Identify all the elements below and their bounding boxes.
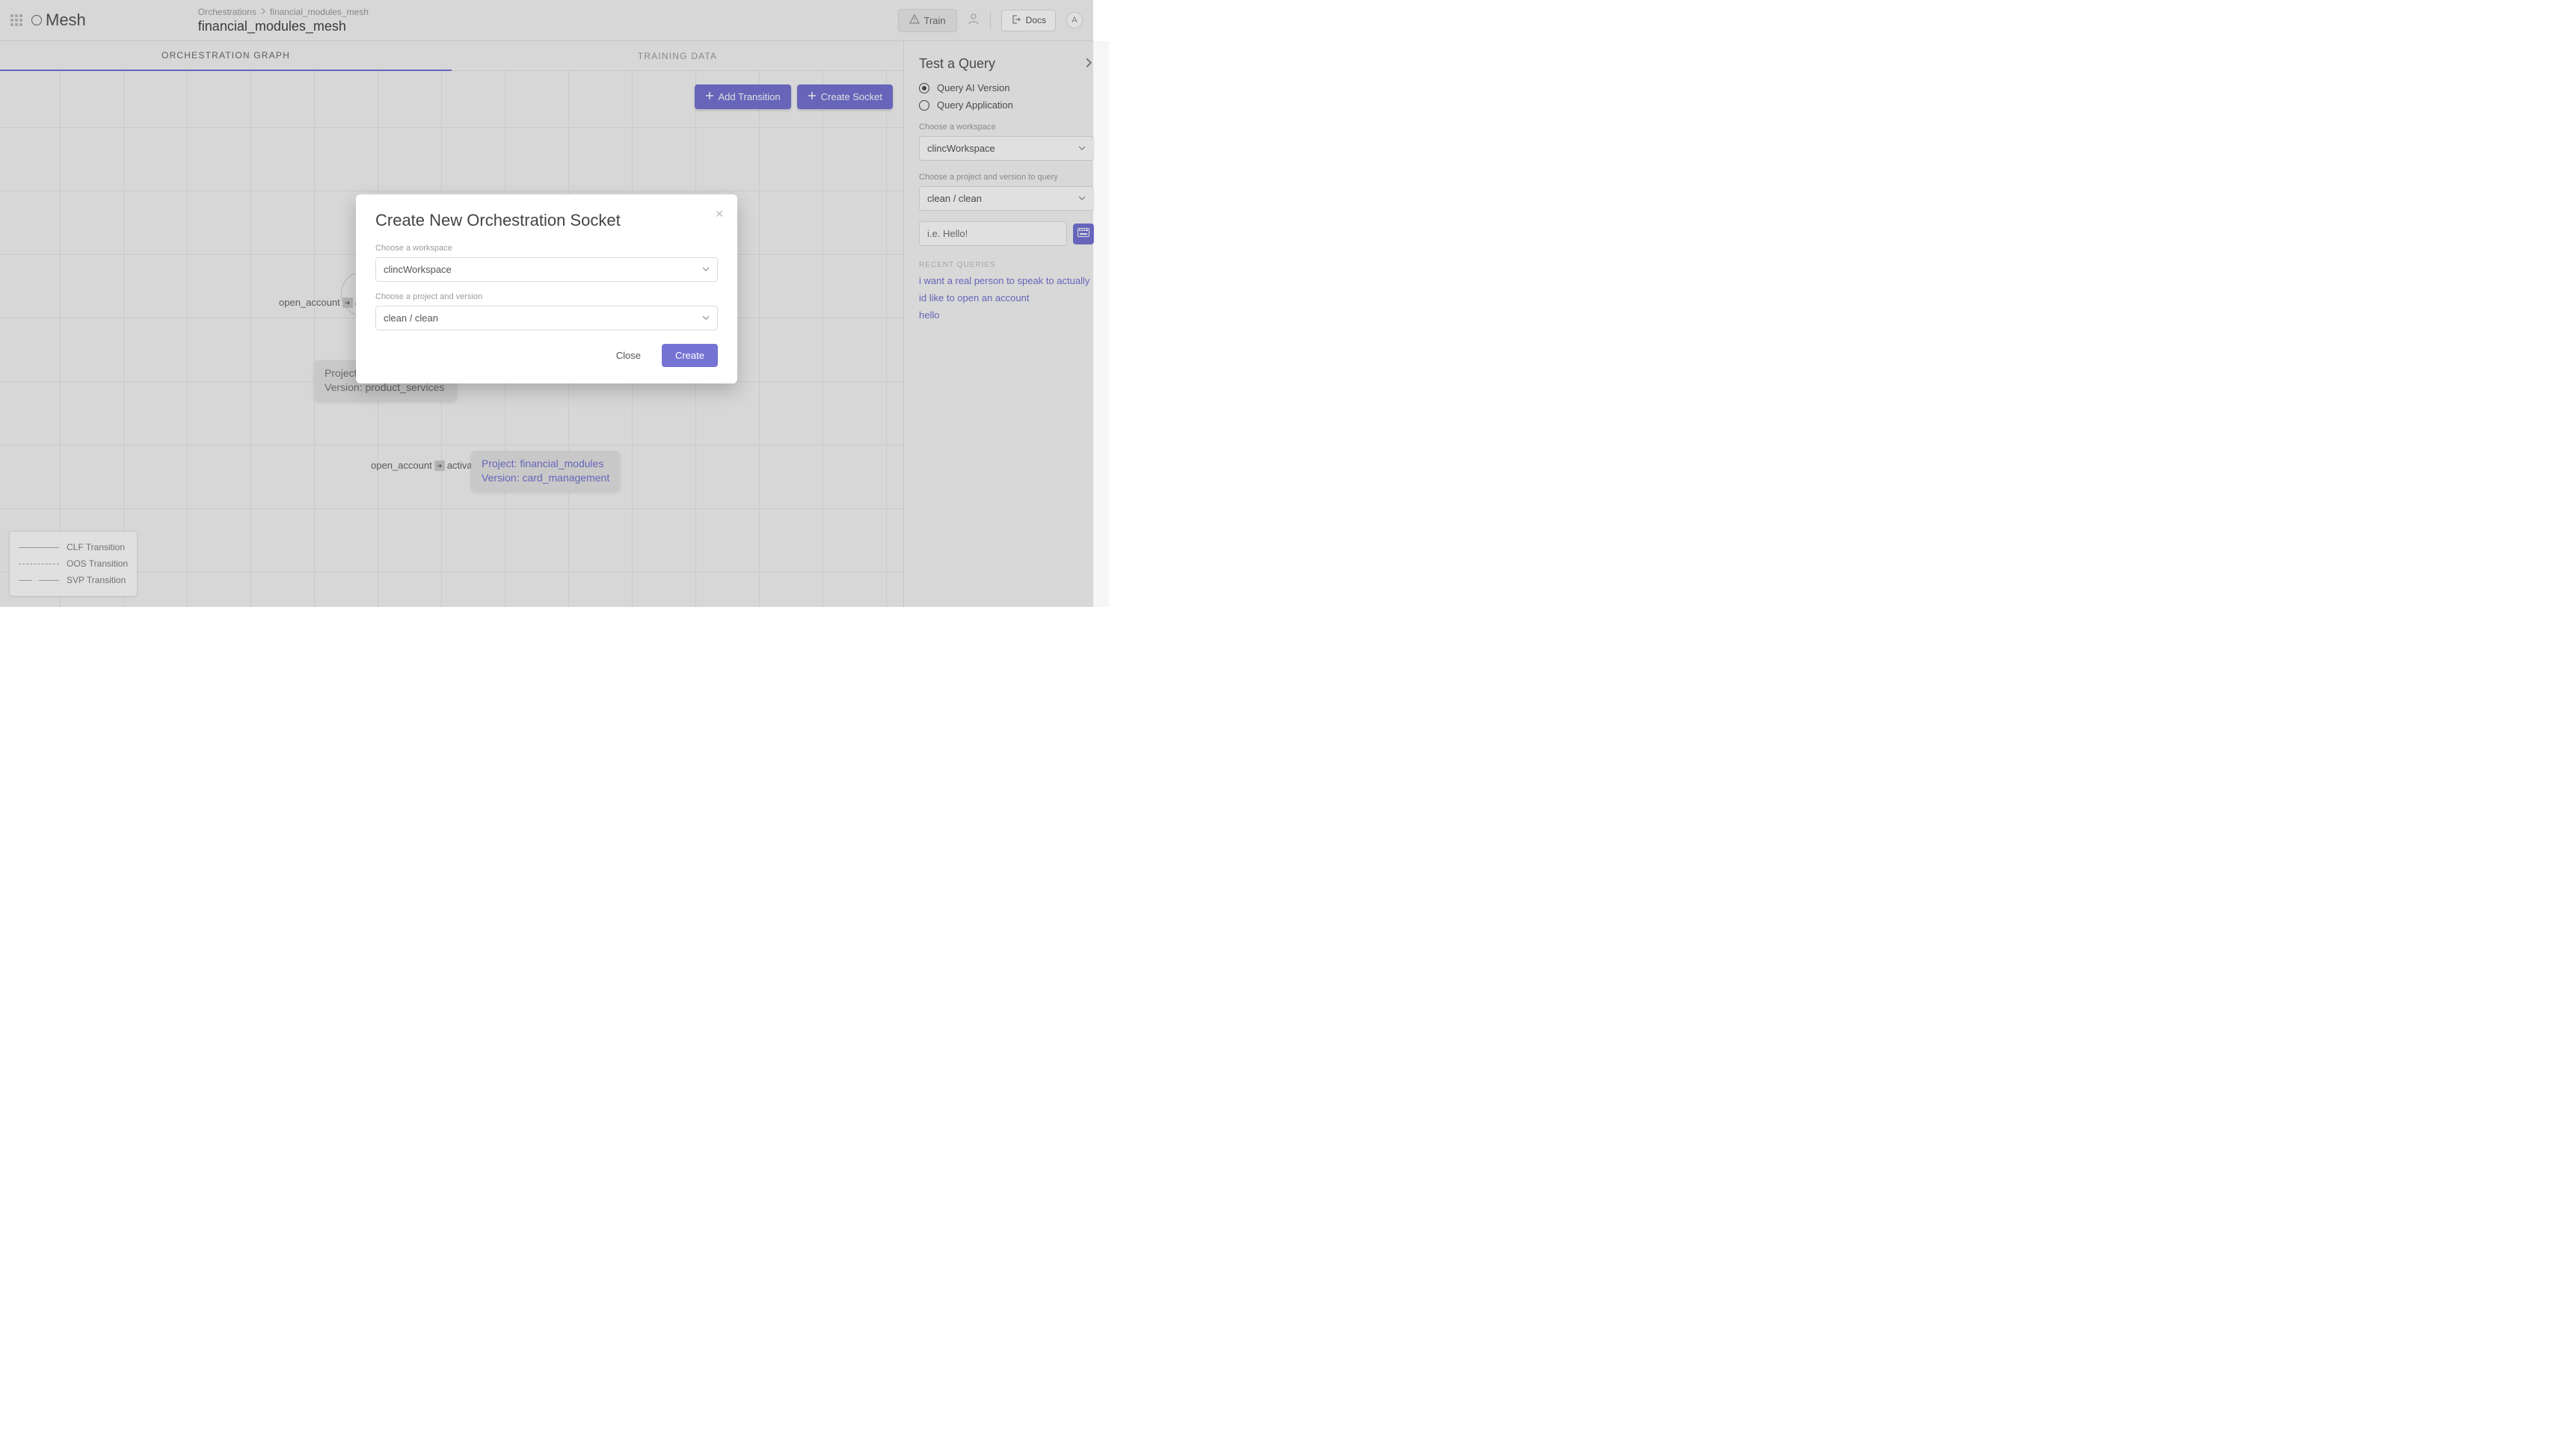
modal-overlay[interactable]: ✕ Create New Orchestration Socket Choose… — [0, 0, 1093, 607]
modal-workspace-value: clincWorkspace — [384, 264, 452, 275]
modal-projectversion-select[interactable]: clean / clean — [375, 306, 718, 330]
close-button[interactable]: Close — [603, 344, 654, 367]
caret-down-icon — [702, 264, 710, 275]
modal-workspace-select[interactable]: clincWorkspace — [375, 257, 718, 282]
close-icon[interactable]: ✕ — [715, 208, 724, 221]
create-button[interactable]: Create — [662, 344, 718, 367]
create-socket-modal: ✕ Create New Orchestration Socket Choose… — [356, 194, 737, 383]
modal-workspace-label: Choose a workspace — [375, 244, 718, 253]
modal-projectversion-label: Choose a project and version — [375, 292, 718, 301]
caret-down-icon — [702, 312, 710, 324]
modal-projectversion-value: clean / clean — [384, 312, 438, 324]
modal-title: Create New Orchestration Socket — [375, 211, 718, 230]
modal-footer: Close Create — [375, 344, 718, 367]
